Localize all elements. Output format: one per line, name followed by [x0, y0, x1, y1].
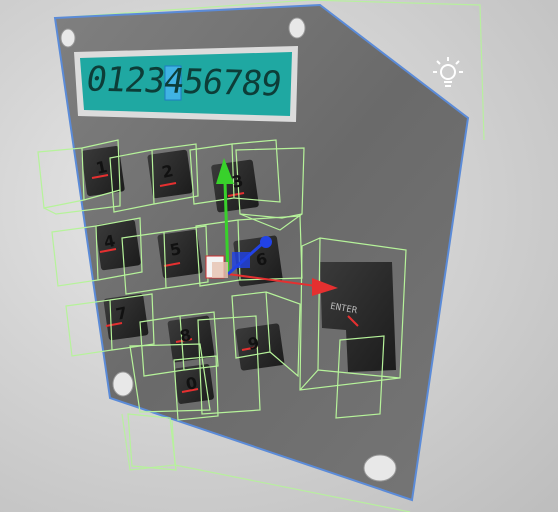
sun-light-icon[interactable]: [430, 56, 466, 92]
scene-viewport[interactable]: 0123456789 1 2 3 4 5 6 7 8 9 0 ENTER: [0, 0, 558, 512]
gizmo-xy-plane[interactable]: [232, 252, 250, 268]
gizmo-z-handle[interactable]: [260, 236, 272, 248]
gizmo-yz-plane[interactable]: [212, 262, 228, 278]
lcd-digits: 0123456789: [83, 59, 284, 105]
key-4[interactable]: [95, 219, 141, 271]
